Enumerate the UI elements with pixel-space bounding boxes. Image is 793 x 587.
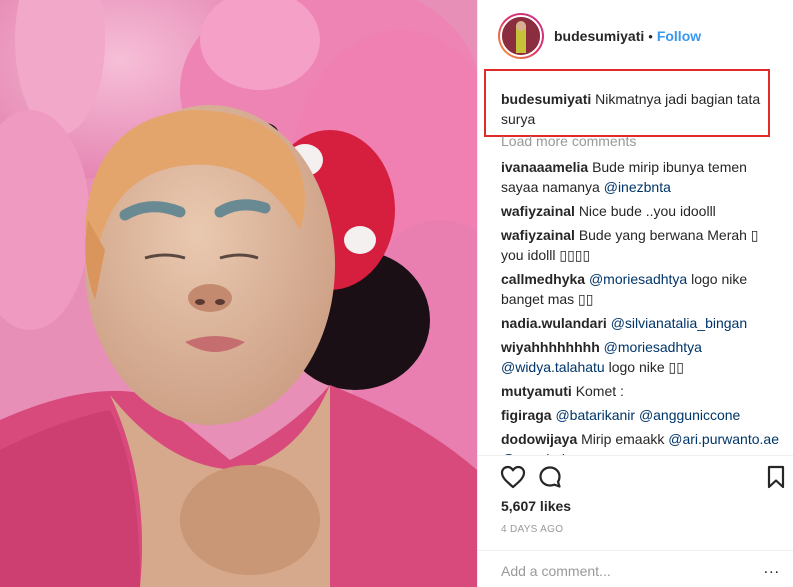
- bookmark-icon[interactable]: [766, 465, 786, 489]
- comment-username-link[interactable]: wiyahhhhhhhh: [501, 339, 600, 355]
- heart-outline-icon[interactable]: [500, 465, 526, 489]
- comment-item: ivanaaamelia Bude mirip ibunya temen say…: [501, 157, 783, 197]
- add-comment-input[interactable]: [501, 561, 731, 581]
- comment-mention-link[interactable]: @widya.talahatu: [501, 359, 605, 375]
- comment-text: Nice bude ..you idoolll: [578, 203, 716, 219]
- comment-username-link[interactable]: ivanaaamelia: [501, 159, 588, 175]
- post-side-panel: budesumiyati • Follow budesumiyati Nikma…: [477, 0, 793, 587]
- comment-text: Mirip emaakk: [581, 431, 669, 447]
- more-dots-icon[interactable]: ...: [764, 561, 780, 577]
- likes-count[interactable]: 5,607 likes: [501, 498, 571, 514]
- comment-mention-link[interactable]: @ari.purwanto.ae: [668, 431, 779, 447]
- follow-button[interactable]: Follow: [657, 28, 701, 44]
- comment-mention-link[interactable]: @moriesadhtya: [589, 271, 687, 287]
- comment-username-link[interactable]: mutyamuti: [501, 383, 572, 399]
- load-more-comments-link[interactable]: Load more comments: [501, 133, 783, 150]
- comment-username-link[interactable]: nadia.wulandari: [501, 315, 607, 331]
- avatar[interactable]: [498, 13, 544, 59]
- add-comment-bar: ...: [478, 550, 793, 587]
- comment-item: dodowijaya Mirip emaakk @ari.purwanto.ae…: [501, 429, 783, 455]
- header-username-link[interactable]: budesumiyati: [554, 28, 644, 44]
- comment-mention-link[interactable]: @moriesadhtya: [604, 339, 702, 355]
- post-image: [0, 0, 477, 587]
- comment-mention-link[interactable]: @silvianatalia_bingan: [611, 315, 747, 331]
- caption-username-link[interactable]: budesumiyati: [501, 91, 591, 107]
- comment-item: wafiyzainal Nice bude ..you idoolll: [501, 201, 783, 221]
- comment-text: logo nike ▯▯: [604, 359, 684, 375]
- comment-username-link[interactable]: dodowijaya: [501, 431, 577, 447]
- post-caption: budesumiyati Nikmatnya jadi bagian tata …: [501, 89, 763, 129]
- comment-mention-link[interactable]: @batarikanir: [555, 407, 635, 423]
- comment-item: figiraga @batarikanir @angguniccone: [501, 405, 783, 425]
- comment-mention-link[interactable]: @inezbnta: [604, 179, 671, 195]
- comment-mention-link[interactable]: @angguniccone: [639, 407, 740, 423]
- comment-list: Load more comments ivanaaamelia Bude mir…: [501, 133, 783, 455]
- comment-item: wiyahhhhhhhh @moriesadhtya @widya.talaha…: [501, 337, 783, 377]
- avatar-image: [500, 15, 542, 57]
- comment-item: wafiyzainal Bude yang berwana Merah ▯ yo…: [501, 225, 783, 265]
- comment-item: mutyamuti Komet :: [501, 381, 783, 401]
- comment-text: Komet :: [575, 383, 624, 399]
- speech-bubble-icon[interactable]: [538, 465, 562, 489]
- comment-username-link[interactable]: wafiyzainal: [501, 203, 575, 219]
- comment-username-link[interactable]: callmedhyka: [501, 271, 585, 287]
- comment-item: callmedhyka @moriesadhtya logo nike bang…: [501, 269, 783, 309]
- comment-item: nadia.wulandari @silvianatalia_bingan: [501, 313, 783, 333]
- post-header: budesumiyati • Follow: [478, 0, 793, 72]
- comment-username-link[interactable]: figiraga: [501, 407, 552, 423]
- post-photo[interactable]: [0, 0, 477, 587]
- post-timestamp[interactable]: 4 DAYS AGO: [501, 524, 563, 535]
- post-actions: 5,607 likes 4 DAYS AGO ...: [478, 455, 793, 587]
- comment-username-link[interactable]: wafiyzainal: [501, 227, 575, 243]
- header-separator: •: [648, 28, 653, 44]
